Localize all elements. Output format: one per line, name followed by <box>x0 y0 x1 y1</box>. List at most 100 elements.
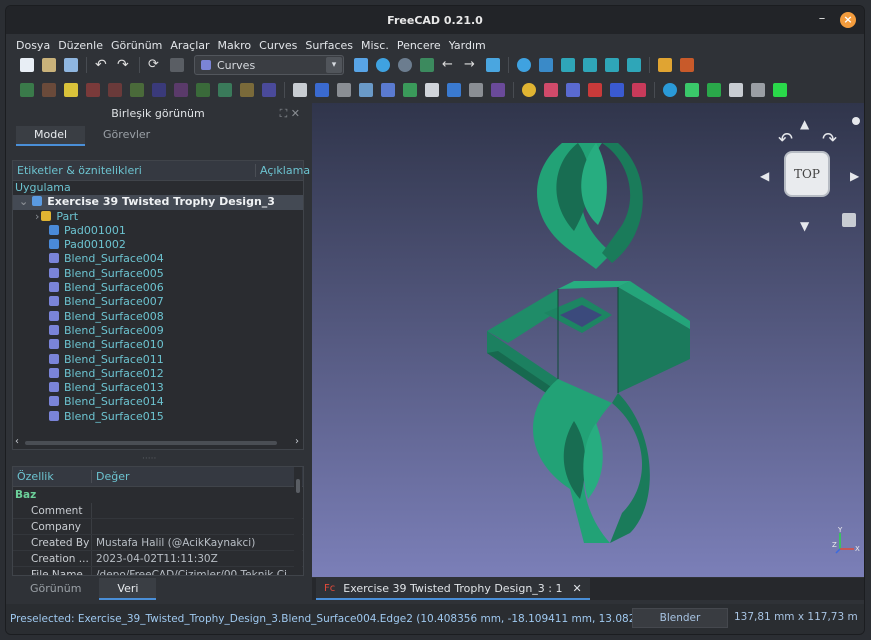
tree-item[interactable]: Blend_Surface007 <box>13 295 303 309</box>
tree-col-description[interactable]: Açıklama <box>255 164 310 177</box>
part-icon[interactable] <box>658 58 672 72</box>
curve-tool-10-icon[interactable] <box>218 83 232 97</box>
document-tab[interactable]: Fc Exercise 39 Twisted Trophy Design_3 :… <box>316 578 590 600</box>
navigation-cube[interactable]: ▲ ◀ ▶ ▼ ↶ ↷ TOP <box>760 117 860 237</box>
property-value[interactable]: Mustafa Halil (@AcikKaynakci) <box>91 535 303 550</box>
scrollbar-thumb[interactable] <box>25 441 277 445</box>
tree-col-labels[interactable]: Etiketler & öznitelikleri <box>13 164 142 177</box>
minimize-button[interactable]: – <box>814 12 830 28</box>
tab-model[interactable]: Model <box>16 126 86 146</box>
property-row[interactable]: Company <box>13 519 303 535</box>
property-col-value[interactable]: Değer <box>91 470 130 483</box>
isometric-icon[interactable] <box>539 58 553 72</box>
right-view-icon[interactable] <box>605 58 619 72</box>
3d-viewport[interactable]: ▲ ◀ ▶ ▼ ↶ ↷ TOP Y X Z <box>312 103 864 577</box>
misc-tool-3-icon[interactable] <box>566 83 580 97</box>
curve-tool-7-icon[interactable] <box>152 83 166 97</box>
property-value[interactable]: /depo/FreeCAD/Cizimler/00 Teknik Ci... <box>91 567 303 575</box>
tree-item[interactable]: Blend_Surface005 <box>13 267 303 281</box>
open-folder-icon[interactable] <box>42 58 56 72</box>
surface-tool-4-icon[interactable] <box>359 83 373 97</box>
menu-yardim[interactable]: Yardım <box>449 39 486 52</box>
menu-makro[interactable]: Makro <box>218 39 252 52</box>
misc-tool-10-icon[interactable] <box>751 83 765 97</box>
close-tab-icon[interactable]: ✕ <box>573 582 582 595</box>
menu-curves[interactable]: Curves <box>259 39 297 52</box>
menu-gorunum[interactable]: Görünüm <box>111 39 162 52</box>
misc-tool-11-icon[interactable] <box>773 83 787 97</box>
menu-misc[interactable]: Misc. <box>361 39 389 52</box>
misc-tool-4-icon[interactable] <box>588 83 602 97</box>
view-menu-icon[interactable] <box>852 117 860 125</box>
misc-tool-5-icon[interactable] <box>610 83 624 97</box>
chevron-left-icon[interactable]: ‹ <box>15 436 19 447</box>
property-row[interactable]: Comment <box>13 503 303 519</box>
menu-pencere[interactable]: Pencere <box>397 39 441 52</box>
nav-arrow-left-icon[interactable]: ◀ <box>760 169 769 183</box>
misc-tool-9-icon[interactable] <box>729 83 743 97</box>
rotate-right-icon[interactable]: ↷ <box>822 129 837 150</box>
whats-this-icon[interactable] <box>170 58 184 72</box>
selection-filter-icon[interactable] <box>420 58 434 72</box>
misc-tool-6-icon[interactable] <box>632 83 646 97</box>
rear-view-icon[interactable] <box>627 58 641 72</box>
rotate-left-icon[interactable]: ↶ <box>778 129 793 150</box>
tree-item[interactable]: Pad001001 <box>13 224 303 238</box>
surface-tool-1-icon[interactable] <box>293 83 307 97</box>
link-icon[interactable] <box>486 58 500 72</box>
undo-icon[interactable]: ↶ <box>95 58 109 72</box>
tree-item[interactable]: Pad001002 <box>13 238 303 252</box>
property-col-name[interactable]: Özellik <box>13 470 91 483</box>
property-row[interactable]: Creation ... 2023-04-02T11:11:30Z <box>13 551 303 567</box>
tab-gorunum[interactable]: Görünüm <box>12 578 99 600</box>
zoom-icon[interactable] <box>376 58 390 72</box>
surface-tool-3-icon[interactable] <box>337 83 351 97</box>
surface-tool-7-icon[interactable] <box>425 83 439 97</box>
tree-item[interactable]: Blend_Surface006 <box>13 281 303 295</box>
surface-tool-10-icon[interactable] <box>491 83 505 97</box>
curve-tool-6-icon[interactable] <box>130 83 144 97</box>
tree-item[interactable]: Blend_Surface015 <box>13 410 303 424</box>
menu-duzenle[interactable]: Düzenle <box>58 39 103 52</box>
measure-icon[interactable] <box>680 58 694 72</box>
tree-item[interactable]: Blend_Surface004 <box>13 252 303 266</box>
tree-item[interactable]: Blend_Surface010 <box>13 338 303 352</box>
top-view-icon[interactable] <box>583 58 597 72</box>
view-cube-icon[interactable] <box>842 213 856 227</box>
misc-tool-2-icon[interactable] <box>544 83 558 97</box>
chevron-right-icon[interactable]: › <box>295 436 299 447</box>
menu-surfaces[interactable]: Surfaces <box>305 39 353 52</box>
close-panel-icon[interactable]: ⛶ ✕ <box>280 104 300 124</box>
property-row[interactable]: Created By Mustafa Halil (@AcikKaynakci) <box>13 535 303 551</box>
splitter-handle[interactable]: ····· <box>142 454 156 464</box>
menu-dosya[interactable]: Dosya <box>16 39 50 52</box>
property-value[interactable]: 2023-04-02T11:11:30Z <box>91 551 303 566</box>
surface-tool-5-icon[interactable] <box>381 83 395 97</box>
misc-tool-8-icon[interactable] <box>707 83 721 97</box>
surface-tool-6-icon[interactable] <box>403 83 417 97</box>
curve-tool-3-icon[interactable] <box>64 83 78 97</box>
curve-tool-1-icon[interactable] <box>20 83 34 97</box>
tree-item[interactable]: Blend_Surface013 <box>13 381 303 395</box>
tab-veri[interactable]: Veri <box>99 578 157 600</box>
curve-tool-2-icon[interactable] <box>42 83 56 97</box>
menu-araclar[interactable]: Araçlar <box>170 39 209 52</box>
tree-item[interactable]: Blend_Surface011 <box>13 353 303 367</box>
front-view-icon[interactable] <box>561 58 575 72</box>
curve-tool-5-icon[interactable] <box>108 83 122 97</box>
surface-tool-9-icon[interactable] <box>469 83 483 97</box>
workbench-selector[interactable]: Curves ▾ <box>194 55 344 75</box>
back-icon[interactable]: ← <box>442 58 456 72</box>
chevron-down-icon[interactable]: ⌄ <box>19 195 28 208</box>
misc-tool-7-icon[interactable] <box>685 83 699 97</box>
curve-tool-4-icon[interactable] <box>86 83 100 97</box>
close-button[interactable]: × <box>840 12 856 28</box>
tree-horizontal-scrollbar[interactable]: ‹ › <box>13 436 303 449</box>
property-value[interactable] <box>91 519 303 534</box>
new-file-icon[interactable] <box>20 58 34 72</box>
tree-document[interactable]: ⌄ Exercise 39 Twisted Trophy Design_3 <box>13 195 303 210</box>
forward-icon[interactable]: → <box>464 58 478 72</box>
property-vertical-scrollbar[interactable] <box>294 467 302 575</box>
tree-item[interactable]: Blend_Surface012 <box>13 367 303 381</box>
info-icon[interactable] <box>663 83 677 97</box>
